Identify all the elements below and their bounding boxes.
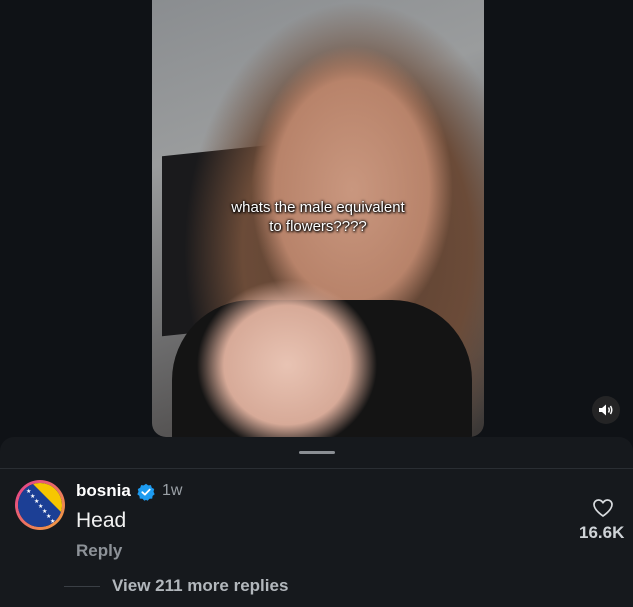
view-more-replies-button[interactable]: View 211 more replies xyxy=(112,576,288,596)
sheet-drag-handle[interactable] xyxy=(299,451,335,454)
replies-connector-line xyxy=(64,586,100,587)
caption-line-1: whats the male equivalent xyxy=(231,199,405,216)
speaker-icon xyxy=(599,404,613,416)
caption-line-2: to flowers???? xyxy=(269,218,367,235)
svg-text:★: ★ xyxy=(50,518,55,525)
like-count: 16.6K xyxy=(579,523,625,542)
comment-timestamp: 1w xyxy=(162,482,183,499)
avatar[interactable]: ★ ★ ★ ★ ★ ★ ★ xyxy=(15,480,65,530)
video-hand xyxy=(192,280,382,437)
sound-toggle-button[interactable] xyxy=(592,396,620,424)
video-caption: whats the male equivalent to flowers???? xyxy=(152,198,484,236)
comment-text: Head xyxy=(76,509,127,532)
sheet-divider xyxy=(0,468,633,469)
verified-badge-icon xyxy=(137,483,155,501)
comment-username[interactable]: bosnia xyxy=(76,481,131,501)
reply-button[interactable]: Reply xyxy=(76,541,122,561)
heart-icon[interactable] xyxy=(592,498,614,518)
video-player[interactable]: whats the male equivalent to flowers???? xyxy=(152,0,484,437)
bosnia-flag-icon: ★ ★ ★ ★ ★ ★ ★ xyxy=(18,483,62,527)
